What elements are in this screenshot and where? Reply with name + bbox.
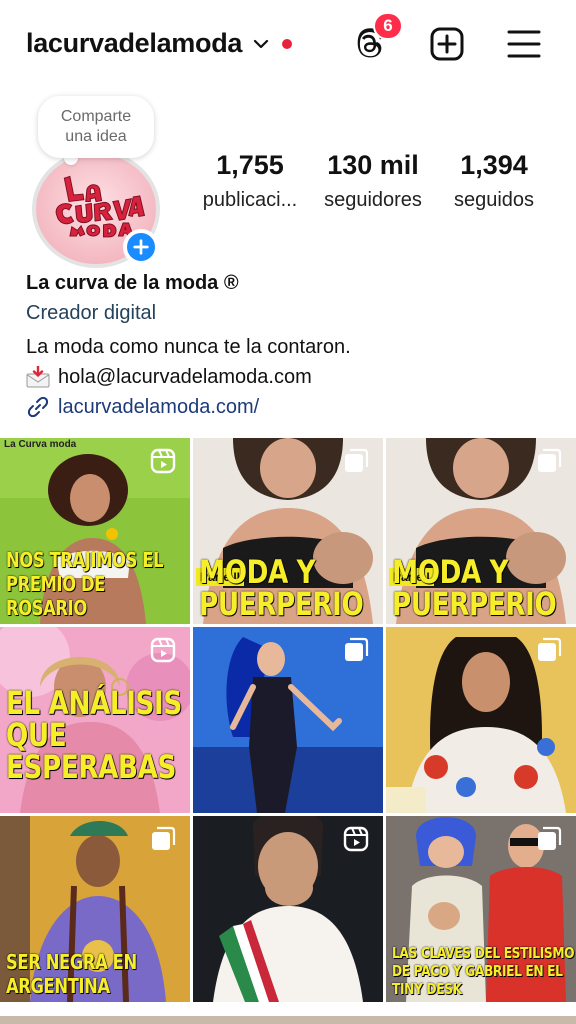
posts-value: 1,755 xyxy=(216,150,284,180)
create-button[interactable] xyxy=(427,24,467,64)
threads-badge: 6 xyxy=(373,12,403,40)
bio-email[interactable]: hola@lacurvadelamoda.com xyxy=(58,366,312,389)
add-story-button[interactable] xyxy=(123,229,159,265)
bio-description: La moda como nunca te la contaron. xyxy=(26,332,556,362)
carousel-icon xyxy=(152,826,176,850)
following-count[interactable]: 1,394 seguidos xyxy=(444,150,544,212)
note-bubble[interactable]: Comparte una idea xyxy=(38,96,154,158)
carousel-icon xyxy=(538,826,562,850)
top-bar: lacurvadelamoda 6 xyxy=(0,0,576,90)
carousel-icon xyxy=(345,448,369,472)
posts-label: publicaci... xyxy=(202,189,298,211)
plus-icon xyxy=(133,239,149,255)
username: lacurvadelamoda xyxy=(26,28,243,58)
reel-icon xyxy=(343,826,369,852)
display-name: La curva de la moda ® xyxy=(26,272,239,294)
following-value: 1,394 xyxy=(460,150,528,180)
next-row-preview xyxy=(0,1016,576,1024)
bio-description-text: La moda como nunca te la contaron. xyxy=(26,335,351,358)
account-switcher[interactable]: lacurvadelamoda xyxy=(26,28,293,59)
link-icon xyxy=(27,396,49,418)
hamburger-menu-icon xyxy=(507,30,541,58)
post-caption: MODA Y PUERPERIO xyxy=(199,553,364,623)
post-caption: MODA Y PUERPERIO xyxy=(392,553,557,623)
category-label[interactable]: Creador digital xyxy=(26,302,556,332)
post-tile[interactable]: SER NEGRA EN ARGENTINA xyxy=(0,816,190,1002)
profile-bio: La curva de la moda ® Creador digital La… xyxy=(26,272,556,422)
posts-count[interactable]: 1,755 publicaci... xyxy=(194,150,306,212)
post-tile[interactable]: La Curva moda NOS TRAJIMOS EL PREMIO DE … xyxy=(0,438,190,624)
posts-grid: La Curva moda NOS TRAJIMOS EL PREMIO DE … xyxy=(0,438,576,1002)
post-tile[interactable]: EL ANÁLISIS QUE ESPERABAS xyxy=(0,627,190,813)
chevron-down-icon xyxy=(254,39,269,48)
carousel-icon xyxy=(538,637,562,661)
post-caption: NOS TRAJIMOS EL PREMIO DE ROSARIO xyxy=(6,548,164,620)
post-caption: LAS CLAVES DEL ESTILISMO DE PACO Y GABRI… xyxy=(392,944,575,998)
reel-icon xyxy=(150,448,176,474)
post-tile[interactable]: Parte II MODA Y PUERPERIO xyxy=(193,438,383,624)
carousel-icon xyxy=(538,448,562,472)
plus-square-icon xyxy=(430,27,464,61)
post-tile[interactable]: Parte I MODA Y PUERPERIO xyxy=(386,438,576,624)
reel-icon xyxy=(150,637,176,663)
followers-value: 130 mil xyxy=(327,150,419,180)
post-tile[interactable] xyxy=(193,627,383,813)
post-tile[interactable] xyxy=(193,816,383,1002)
menu-button[interactable] xyxy=(504,24,544,64)
note-line-2: una idea xyxy=(65,128,127,145)
following-label: seguidos xyxy=(453,189,535,211)
bio-email-line: hola@lacurvadelamoda.com xyxy=(26,362,556,392)
bio-link[interactable]: lacurvadelamoda.com/ xyxy=(26,392,556,422)
carousel-icon xyxy=(345,637,369,661)
post-caption: EL ANÁLISIS QUE ESPERABAS xyxy=(6,684,182,786)
followers-count[interactable]: 130 mil seguidores xyxy=(314,150,432,212)
post-caption: SER NEGRA EN ARGENTINA xyxy=(6,950,137,998)
note-line-1: Comparte xyxy=(60,108,132,125)
post-tile[interactable] xyxy=(386,627,576,813)
bio-link-text: lacurvadelamoda.com/ xyxy=(58,395,260,418)
followers-label: seguidores xyxy=(324,189,422,211)
post-tile[interactable]: LAS CLAVES DEL ESTILISMO DE PACO Y GABRI… xyxy=(386,816,576,1002)
incoming-envelope-icon xyxy=(26,366,50,388)
notification-dot xyxy=(282,38,293,49)
post-brand: La Curva moda xyxy=(4,439,77,450)
